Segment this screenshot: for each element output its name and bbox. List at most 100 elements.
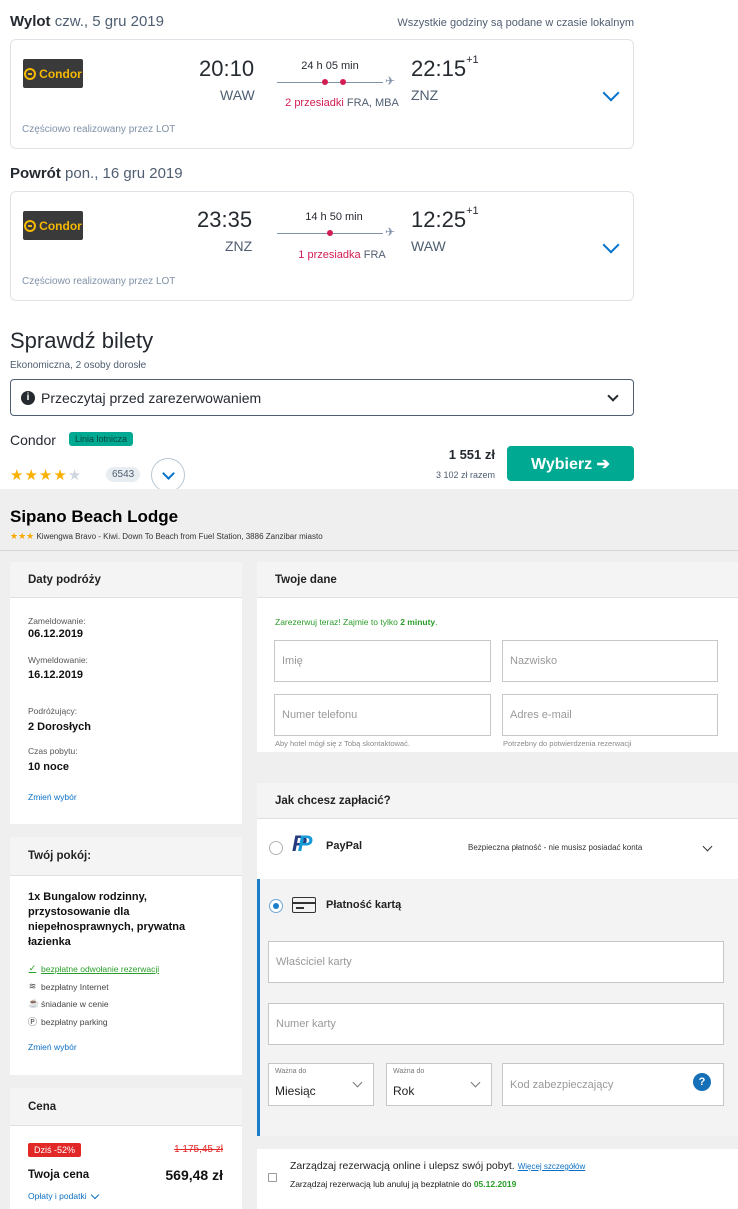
read-before-booking-dropdown[interactable]: i Przeczytaj przed zarezerwowaniem — [10, 379, 634, 416]
note-suffix: . — [435, 617, 438, 627]
stop-dot — [322, 79, 328, 85]
stop-dot — [327, 230, 333, 236]
more-details-link[interactable]: Więcej szczegółów — [518, 1162, 586, 1171]
card-number-input[interactable]: Numer karty — [268, 1003, 724, 1045]
route-line: ✈ — [277, 74, 395, 88]
checkout-date: 16.12.2019 — [28, 669, 84, 681]
your-price-label: Twoja cena — [28, 1169, 90, 1181]
stops-airports: FRA, MBA — [346, 97, 399, 109]
credit-card-icon — [292, 897, 316, 913]
expand-chevron-icon[interactable] — [602, 236, 620, 254]
tickets-subtitle: Ekonomiczna, 2 osoby dorosłe — [10, 360, 147, 371]
return-header: Powrót pon., 16 gru 2019 — [10, 165, 183, 182]
amenity-breakfast-label: śniadanie w cenie — [41, 998, 109, 1009]
price-panel: Cena Dziś -52% 1 175,45 zł Twoja cena 56… — [10, 1088, 242, 1209]
operated-by: Częściowo realizowany przez LOT — [22, 124, 176, 135]
amenity-internet: ≋ bezpłatny Internet — [28, 981, 109, 992]
choose-button[interactable]: Wybierz ➔ — [507, 446, 634, 481]
hotel-name: Sipano Beach Lodge — [10, 507, 179, 526]
carrier-logo-text: Condor — [39, 218, 82, 233]
card-holder-input[interactable]: Właściciel karty — [268, 941, 724, 983]
stops-info: 2 przesiadki FRA, MBA — [277, 97, 407, 109]
parking-icon: Ⓟ — [28, 1017, 38, 1027]
arrival-day-offset: +1 — [466, 205, 479, 217]
star-filled-icon: ★ — [24, 467, 39, 484]
star-filled-icon: ★ — [38, 467, 54, 484]
arrival-time: 22:15+1 — [411, 54, 479, 82]
stay-label: Czas pobytu: — [28, 746, 78, 756]
email-hint: Potrzebny do potwierdzenia rezerwacji — [503, 739, 632, 748]
expiry-month-select[interactable]: Ważna do Miesiąc — [268, 1063, 374, 1106]
card-payment-label[interactable]: Płatność kartą — [326, 899, 401, 911]
note-bold: 2 minuty — [400, 617, 436, 627]
security-code-input[interactable]: Kod zabezpieczający — [502, 1063, 724, 1106]
manage-title-text: Zarządzaj rezerwacją online i ulepsz swó… — [290, 1160, 515, 1172]
stops-count: 2 przesiadki — [285, 97, 344, 109]
free-cancel-date: 05.12.2019 — [473, 1179, 517, 1189]
month-caption: Ważna do — [275, 1068, 307, 1075]
expiry-year-select[interactable]: Ważna do Rok — [386, 1063, 492, 1106]
arrival-code: WAW — [411, 238, 446, 254]
manage-reservation-checkbox[interactable] — [268, 1173, 277, 1182]
last-name-input[interactable]: Nazwisko — [502, 640, 718, 682]
checkin-date: 06.12.2019 — [28, 628, 84, 640]
room-title: Twój pokój: — [10, 837, 242, 876]
star-empty-icon: ★ — [67, 467, 83, 484]
amenity-parking: Ⓟbezpłatny parking — [28, 1015, 108, 1028]
arrival-day-offset: +1 — [466, 54, 479, 66]
change-dates-link[interactable]: Zmień wybór — [28, 792, 77, 802]
your-data-title: Twoje dane — [257, 562, 738, 598]
ticket-price: 1 551 zł — [448, 447, 495, 462]
hotel-address-text: Kiwengwa Bravo - Kiwi. Down To Beach fro… — [36, 532, 323, 541]
operated-by: Częściowo realizowany przez LOT — [22, 276, 176, 287]
star-filled-icon: ★ — [10, 467, 25, 484]
airline-badge: Linia lotnicza — [69, 432, 134, 446]
arrival-time-value: 22:15 — [411, 56, 467, 81]
amenity-breakfast: ☕ śniadanie w cenie — [28, 998, 109, 1009]
wifi-icon: ≋ — [28, 981, 37, 991]
tickets-title: Sprawdź bilety — [10, 328, 154, 353]
paypal-radio[interactable] — [269, 841, 283, 855]
stay-value: 10 noce — [28, 761, 69, 773]
return-flight-card[interactable]: Condor 23:35 ZNZ 14 h 50 min ✈ 1 przesia… — [10, 191, 634, 301]
chevron-down-icon — [470, 1077, 481, 1088]
coffee-icon: ☕ — [28, 998, 40, 1008]
arrival-code: ZNZ — [411, 87, 439, 103]
travelers-label: Podróżujący: — [28, 706, 78, 716]
read-before-label: Przeczytaj przed zarezerwowaniem — [41, 389, 262, 406]
fees-toggle[interactable]: Opłaty i podatki — [28, 1190, 99, 1201]
paypal-description: Bezpieczna płatność - nie musisz posiada… — [468, 843, 643, 852]
departure-time: 20:10 — [199, 56, 255, 81]
old-price: 1 175,45 zł — [174, 1144, 223, 1155]
email-input[interactable]: Adres e-mail — [502, 694, 718, 736]
expand-chevron-icon[interactable] — [602, 84, 620, 102]
paypal-label[interactable]: PayPal — [326, 840, 362, 852]
change-room-link[interactable]: Zmień wybór — [28, 1042, 77, 1052]
departure-code: ZNZ — [225, 238, 253, 254]
amenity-internet-label: bezpłatny Internet — [41, 981, 109, 992]
departure-code: WAW — [220, 87, 255, 103]
plane-icon: ✈ — [385, 74, 396, 88]
first-name-input[interactable]: Imię — [274, 640, 491, 682]
hotel-star-icons: ★★★ — [10, 531, 35, 541]
flight-duration: 14 h 50 min — [305, 211, 363, 223]
outbound-flight-card[interactable]: Condor 20:10 WAW 24 h 05 min ✈ 2 przesia… — [10, 39, 634, 149]
amenity-free-cancellation: bezpłatne odwołanie rezerwacji — [41, 963, 160, 974]
card-radio[interactable] — [269, 899, 283, 913]
help-icon[interactable]: ? — [693, 1073, 711, 1091]
free-cancellation[interactable]: ✓ bezpłatne odwołanie rezerwacji — [28, 963, 159, 974]
condor-sun-icon — [24, 219, 37, 232]
phone-input[interactable]: Numer telefonu — [274, 694, 491, 736]
stops-info: 1 przesiadka FRA — [277, 249, 407, 261]
manage-reservation-title: Zarządzaj rezerwacją online i ulepsz swó… — [290, 1160, 585, 1172]
condor-logo: Condor — [23, 211, 83, 240]
outbound-label: Wylot — [10, 13, 51, 30]
room-panel: Twój pokój: 1x Bungalow rodzinny, przyst… — [10, 837, 242, 1075]
payment-title: Jak chcesz zapłacić? — [257, 783, 738, 819]
manage-reservation-sub: Zarządzaj rezerwacją lub anuluj ją bezpł… — [290, 1179, 516, 1189]
divider — [0, 550, 738, 551]
info-icon: i — [21, 390, 35, 405]
reviews-expand-button[interactable] — [151, 458, 185, 492]
chevron-down-icon — [90, 1190, 99, 1199]
ticket-price-total: 3 102 zł razem — [435, 470, 495, 480]
